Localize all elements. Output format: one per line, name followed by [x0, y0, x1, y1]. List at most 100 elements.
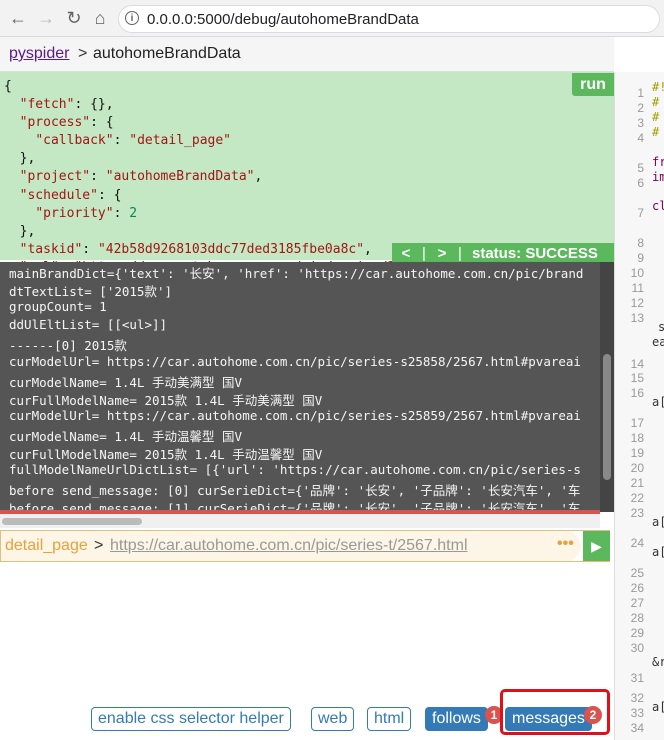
code-line-number: 17: [630, 416, 644, 430]
follow-url-link[interactable]: https://car.autohome.com.cn/pic/series-t…: [110, 537, 468, 555]
log-line: curFullModelName= 2015款 1.4L 手动美满型 国V: [9, 392, 323, 408]
log-line: curModelName= 1.4L 手动美满型 国V: [9, 374, 243, 390]
log-line: ------[0] 2015款: [9, 338, 127, 354]
code-line-number: 29: [630, 626, 644, 640]
tab-web[interactable]: web: [311, 707, 355, 731]
code-line-number: 8: [637, 236, 644, 250]
breadcrumb-separator: >: [78, 45, 88, 62]
code-fragment: a[: [652, 545, 664, 559]
code-fragment: &r: [652, 655, 664, 669]
status-divider: |: [458, 245, 462, 262]
run-button[interactable]: run: [572, 73, 614, 96]
code-line-number: 26: [630, 581, 644, 595]
log-line: curModelName= 1.4L 手动温馨型 国V: [9, 428, 243, 444]
code-line-number: 27: [630, 596, 644, 610]
code-fragment: a[: [652, 395, 664, 409]
code-line-number: 31: [630, 671, 644, 685]
code-fragment: #: [652, 125, 660, 139]
json-line: "priority": 2: [35, 205, 138, 221]
code-line-number: 13: [630, 311, 644, 325]
highlight-box: [500, 689, 610, 735]
back-icon[interactable]: ←: [6, 6, 30, 30]
code-line-number: 3: [637, 116, 644, 130]
json-line: "callback": "detail_page": [35, 133, 231, 149]
code-line-number: 12: [630, 296, 644, 310]
code-line-number: 22: [630, 491, 644, 505]
prev-task-button[interactable]: <: [396, 245, 416, 262]
code-fragment: a[: [652, 515, 664, 529]
code-line-number: 4: [637, 131, 644, 145]
code-line-number: 10: [630, 266, 644, 280]
follow-separator: >: [94, 537, 104, 554]
code-line-number: 1: [637, 86, 644, 100]
info-icon[interactable]: i: [125, 11, 139, 25]
code-line-number: 5: [637, 161, 644, 175]
json-line: {: [4, 79, 12, 94]
follow-callback: detail_page: [5, 537, 88, 554]
json-line: },: [4, 151, 36, 167]
code-line-number: 23: [630, 506, 644, 520]
code-line-number: 32: [630, 691, 644, 705]
code-fragment: ea: [652, 335, 664, 349]
code-fragment: s: [658, 320, 664, 334]
log-output[interactable]: mainBrandDict={'text': '长安', 'href': 'ht…: [0, 262, 600, 512]
tab-follows[interactable]: follows: [425, 707, 488, 731]
json-line: "project": "autohomeBrandData",: [19, 169, 263, 185]
address-url: 0.0.0.0:5000/debug/autohomeBrandData: [147, 11, 419, 28]
code-line-number: 33: [630, 706, 644, 720]
log-line: curModelUrl= https://car.autohome.com.cn…: [9, 407, 581, 423]
json-line: },: [4, 223, 36, 239]
code-fragment: im: [652, 170, 664, 184]
follow-item[interactable]: detail_page > https://car.autohome.com.c…: [0, 530, 610, 562]
forward-icon[interactable]: →: [34, 6, 58, 30]
breadcrumb: pyspider > autohomeBrandData: [0, 37, 614, 72]
code-line-number: 21: [630, 476, 644, 490]
code-fragment: #!: [652, 80, 664, 94]
log-horizontal-scrollbar[interactable]: [0, 514, 600, 528]
more-icon[interactable]: •••: [557, 535, 574, 553]
log-line: curFullModelName= 2015款 1.4L 手动温馨型 国V: [9, 447, 323, 462]
code-line-number: 18: [630, 431, 644, 445]
status-text: status: SUCCESS: [472, 245, 598, 262]
code-fragment: cl: [652, 199, 664, 213]
browser-toolbar: ← → ↻ ⌂ i 0.0.0.0:5000/debug/autohomeBra…: [0, 0, 664, 37]
code-line-number: 9: [637, 251, 644, 265]
code-fragment: #: [652, 95, 660, 109]
address-bar[interactable]: i 0.0.0.0:5000/debug/autohomeBrandData: [118, 5, 660, 33]
css-selector-helper-button[interactable]: enable css selector helper: [91, 707, 291, 731]
code-line-number: 28: [630, 611, 644, 625]
log-line: fullModelNameUrlDictList= [{'url': 'http…: [9, 462, 581, 478]
json-line: "fetch": {},: [19, 97, 114, 113]
task-request-panel[interactable]: { "fetch": {}, "process": { "callback": …: [0, 72, 614, 293]
json-line: "process": {: [19, 115, 114, 131]
code-line-number: 30: [630, 641, 644, 655]
code-line-number: 11: [631, 281, 644, 295]
log-line: dtTextList= ['2015款']: [9, 284, 173, 300]
code-fragment: #: [652, 110, 660, 124]
code-line-number: 20: [630, 461, 644, 475]
log-line: mainBrandDict={'text': '长安', 'href': 'ht…: [9, 266, 584, 281]
home-icon[interactable]: ⌂: [88, 6, 112, 30]
next-task-button[interactable]: >: [432, 245, 452, 262]
scrollbar-thumb[interactable]: [603, 354, 611, 480]
code-line-number: 7: [637, 206, 644, 220]
log-line: curModelUrl= https://car.autohome.com.cn…: [9, 353, 581, 369]
code-line-number: 15: [630, 371, 644, 385]
code-line-number: 25: [630, 566, 644, 580]
log-vertical-scrollbar[interactable]: [600, 262, 614, 512]
code-fragment: a[: [652, 700, 664, 714]
tab-html[interactable]: html: [367, 707, 412, 731]
play-icon[interactable]: ▶: [583, 531, 610, 561]
log-line: groupCount= 1: [9, 299, 107, 315]
code-line-number: 24: [630, 536, 644, 550]
log-line: ddUlEltList= [[<ul>]]: [9, 317, 168, 333]
code-line-number: 16: [630, 386, 644, 400]
status-divider: |: [422, 245, 426, 262]
code-line-number: 34: [630, 721, 644, 735]
reload-icon[interactable]: ↻: [62, 6, 86, 30]
json-line: "schedule": {: [19, 187, 122, 203]
code-line-number: 2: [637, 101, 644, 115]
breadcrumb-root-link[interactable]: pyspider: [9, 45, 69, 63]
breadcrumb-project: autohomeBrandData: [93, 45, 241, 62]
scrollbar-thumb[interactable]: [2, 518, 142, 525]
